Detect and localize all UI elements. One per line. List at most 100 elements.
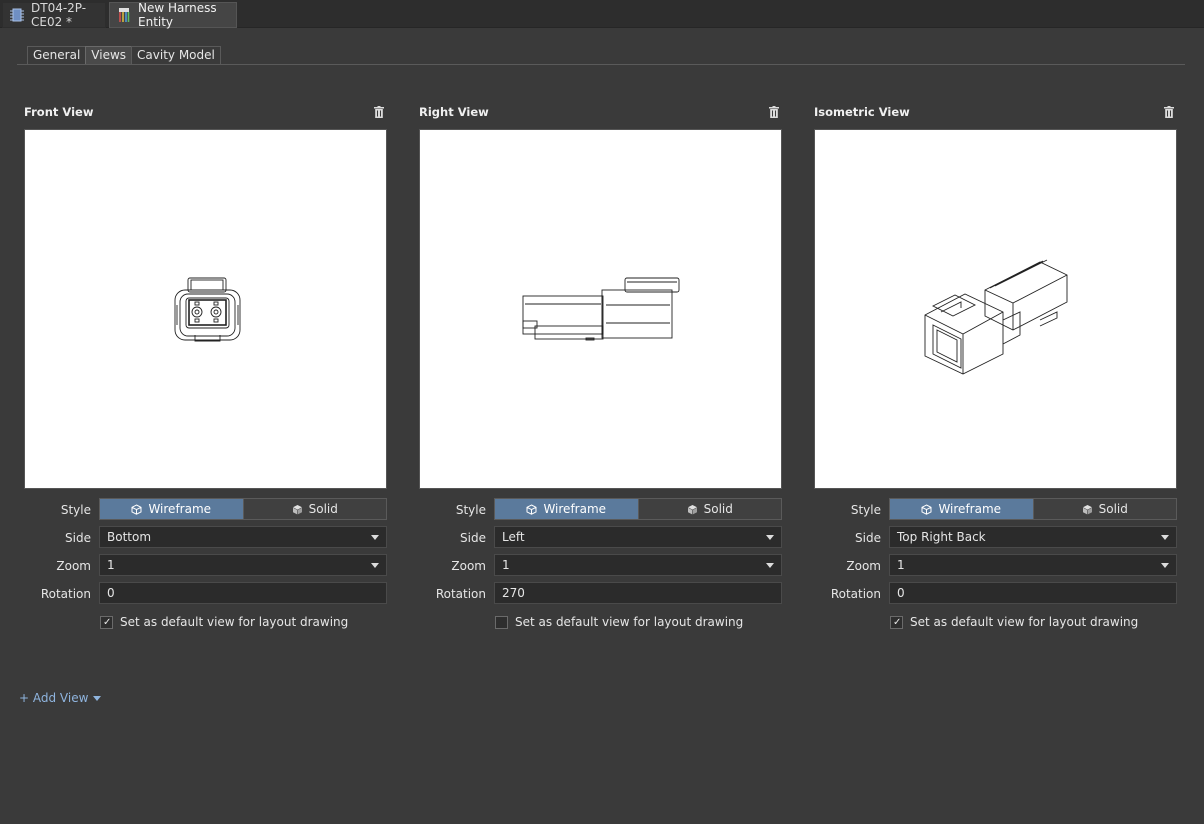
trash-icon[interactable] xyxy=(1164,106,1174,118)
zoom-label: Zoom xyxy=(56,559,91,573)
default-view-checkbox[interactable] xyxy=(495,615,508,629)
rotation-input[interactable]: 0 xyxy=(889,582,1177,604)
default-view-option: ✓ Set as default view for layout drawing xyxy=(890,614,1190,630)
chevron-down-icon xyxy=(1161,535,1169,540)
rotation-label: Rotation xyxy=(435,587,486,601)
default-view-option: Set as default view for layout drawing xyxy=(495,614,795,630)
default-view-checkbox[interactable]: ✓ xyxy=(890,615,903,629)
zoom-label: Zoom xyxy=(846,559,881,573)
style-toggle: Wireframe Solid xyxy=(494,498,782,520)
side-row: Side Top Right Back xyxy=(814,526,1177,548)
wireframe-button[interactable]: Wireframe xyxy=(100,499,244,519)
wireframe-cube-icon xyxy=(921,503,932,515)
solid-button[interactable]: Solid xyxy=(638,499,781,519)
default-view-label: Set as default view for layout drawing xyxy=(910,615,1139,629)
view-panel-isometric: Isometric View Style Wireframe Solid Sid… xyxy=(814,100,1177,629)
chevron-down-icon xyxy=(1161,563,1169,568)
rotation-input[interactable]: 270 xyxy=(494,582,782,604)
zoom-row: Zoom 1 xyxy=(24,554,387,576)
view-title: Right View xyxy=(419,105,489,119)
chevron-down-icon xyxy=(766,535,774,540)
solid-cube-icon xyxy=(292,504,302,514)
chevron-down-icon xyxy=(766,563,774,568)
view-canvas[interactable] xyxy=(419,129,782,489)
view-title: Front View xyxy=(24,105,94,119)
add-view-label: + Add View xyxy=(19,691,89,705)
chevron-down-icon xyxy=(371,535,379,540)
rotation-input[interactable]: 0 xyxy=(99,582,387,604)
tab-views[interactable]: Views xyxy=(85,46,133,65)
solid-button[interactable]: Solid xyxy=(1033,499,1176,519)
zoom-value: 1 xyxy=(107,558,115,572)
wireframe-label: Wireframe xyxy=(543,502,607,516)
page-tab-strip: General Views Cavity Model xyxy=(27,46,221,65)
view-canvas[interactable] xyxy=(814,129,1177,489)
solid-button[interactable]: Solid xyxy=(243,499,386,519)
wireframe-button[interactable]: Wireframe xyxy=(890,499,1034,519)
connector-front-drawing xyxy=(174,277,241,342)
doc-tab-harness-entity[interactable]: New Harness Entity xyxy=(109,1,237,29)
style-label: Style xyxy=(850,503,881,517)
zoom-label: Zoom xyxy=(451,559,486,573)
chevron-down-icon xyxy=(93,695,102,701)
rotation-row: Rotation 0 xyxy=(814,582,1177,604)
style-label: Style xyxy=(60,503,91,517)
style-row: Style Wireframe Solid xyxy=(419,498,782,520)
side-row: Side Left xyxy=(419,526,782,548)
doc-tab-label: DT04-2P-CE02 * xyxy=(31,1,87,29)
document-tab-bar: DT04-2P-CE02 * New Harness Entity xyxy=(0,0,1204,29)
chevron-down-icon xyxy=(371,563,379,568)
wireframe-cube-icon xyxy=(526,503,537,515)
tab-divider xyxy=(17,64,1185,65)
style-row: Style Wireframe Solid xyxy=(814,498,1177,520)
wireframe-button[interactable]: Wireframe xyxy=(495,499,639,519)
side-select[interactable]: Bottom xyxy=(99,526,387,548)
solid-cube-icon xyxy=(1082,504,1092,514)
solid-cube-icon xyxy=(687,504,697,514)
rotation-label: Rotation xyxy=(40,587,91,601)
solid-label: Solid xyxy=(1098,502,1128,516)
zoom-value: 1 xyxy=(897,558,905,572)
tab-general[interactable]: General xyxy=(27,46,87,65)
tab-cavity-model[interactable]: Cavity Model xyxy=(131,46,221,65)
view-panel-front: Front View Style Wireframe Solid Side Bo… xyxy=(24,100,387,629)
default-view-option: ✓ Set as default view for layout drawing xyxy=(100,614,400,630)
side-row: Side Bottom xyxy=(24,526,387,548)
zoom-select[interactable]: 1 xyxy=(889,554,1177,576)
style-toggle: Wireframe Solid xyxy=(889,498,1177,520)
view-canvas[interactable] xyxy=(24,129,387,489)
rotation-row: Rotation 0 xyxy=(24,582,387,604)
rotation-label: Rotation xyxy=(830,587,881,601)
style-row: Style Wireframe Solid xyxy=(24,498,387,520)
style-label: Style xyxy=(455,503,486,517)
rotation-row: Rotation 270 xyxy=(419,582,782,604)
add-view-button[interactable]: + Add View xyxy=(19,691,102,705)
side-select[interactable]: Left xyxy=(494,526,782,548)
default-view-checkbox[interactable]: ✓ xyxy=(100,615,113,629)
doc-tab-label: New Harness Entity xyxy=(138,1,217,29)
solid-label: Solid xyxy=(703,502,733,516)
style-toggle: Wireframe Solid xyxy=(99,498,387,520)
default-view-label: Set as default view for layout drawing xyxy=(515,615,744,629)
chip-icon xyxy=(9,7,25,23)
view-panel-right: Right View Style Wireframe Solid Side Le… xyxy=(419,100,782,629)
side-label: Side xyxy=(65,531,91,545)
wireframe-label: Wireframe xyxy=(938,502,1002,516)
wireframe-label: Wireframe xyxy=(148,502,212,516)
harness-icon xyxy=(116,7,132,23)
side-label: Side xyxy=(460,531,486,545)
wireframe-cube-icon xyxy=(131,503,142,515)
zoom-value: 1 xyxy=(502,558,510,572)
trash-icon[interactable] xyxy=(769,106,779,118)
zoom-select[interactable]: 1 xyxy=(494,554,782,576)
checkmark-icon: ✓ xyxy=(893,616,902,628)
side-value: Top Right Back xyxy=(897,530,986,544)
doc-tab-dt04[interactable]: DT04-2P-CE02 * xyxy=(2,1,106,29)
side-select[interactable]: Top Right Back xyxy=(889,526,1177,548)
trash-icon[interactable] xyxy=(374,106,384,118)
view-title: Isometric View xyxy=(814,105,910,119)
solid-label: Solid xyxy=(308,502,338,516)
side-value: Left xyxy=(502,530,525,544)
zoom-select[interactable]: 1 xyxy=(99,554,387,576)
connector-isometric-drawing xyxy=(924,259,1068,375)
